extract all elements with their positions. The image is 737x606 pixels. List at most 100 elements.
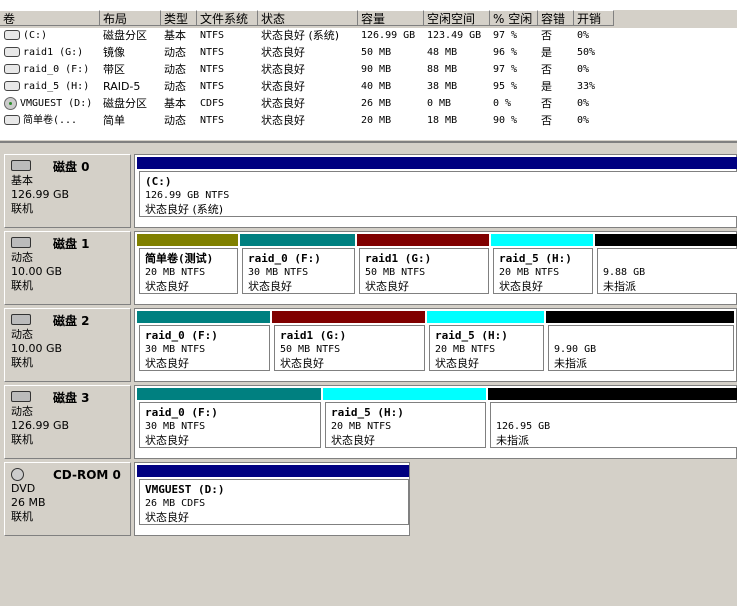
partition-block[interactable]: raid_5 (H:) 20 MB NTFS 状态良好 xyxy=(323,388,486,448)
volume-name-text: VMGUEST (D:) xyxy=(20,98,93,109)
disk-label[interactable]: 磁盘 3 动态 126.99 GB 联机 xyxy=(4,385,131,459)
partition-size: 30 MB NTFS xyxy=(145,421,206,432)
volume-fs: NTFS xyxy=(200,30,225,41)
disk-partition-area: 简单卷(测试) 20 MB NTFS 状态良好 raid_0 (F:) 30 MB NT… xyxy=(134,231,737,305)
col-header-pct-free[interactable]: % 空闲 xyxy=(490,10,538,26)
volume-row[interactable]: VMGUEST (D:) 磁盘分区 基本 CDFS 状态良好 26 MB 0 MB 0 % 否 0… xyxy=(0,95,737,112)
partition-name: raid1 (G:) xyxy=(365,252,432,265)
partition-info: 简单卷(测试) 20 MB NTFS 状态良好 xyxy=(139,248,238,294)
disk-label[interactable]: 磁盘 1 动态 10.00 GB 联机 xyxy=(4,231,131,305)
col-header-type[interactable]: 类型 xyxy=(161,10,197,26)
col-header-filesystem[interactable]: 文件系统 xyxy=(197,10,258,26)
partition-info: raid1 (G:) 50 MB NTFS 状态良好 xyxy=(274,325,425,371)
volume-pct: 0 % xyxy=(493,98,512,109)
partition-block[interactable]: VMGUEST (D:) 26 MB CDFS 状态良好 xyxy=(137,465,409,525)
partition-size: 9.88 GB xyxy=(603,267,646,278)
partition-block[interactable]: raid_5 (H:) 20 MB NTFS 状态良好 xyxy=(427,311,544,371)
disk-icon xyxy=(11,160,31,171)
volume-capacity: 40 MB xyxy=(361,81,392,92)
volume-free: 0 MB xyxy=(427,98,452,109)
partition-status: 状态良好 xyxy=(365,280,409,293)
partition-status: 状态良好 xyxy=(248,280,292,293)
partition-block[interactable]: raid1 (G:) 50 MB NTFS 状态良好 xyxy=(272,311,425,371)
partition-block[interactable]: raid_0 (F:) 30 MB NTFS 状态良好 xyxy=(137,388,321,448)
partition-status: 状态良好 xyxy=(145,434,189,447)
partition-info: 126.95 GB 未指派 xyxy=(490,402,737,448)
volume-row[interactable]: raid1 (G:) 镜像 动态 NTFS 状态良好 50 MB 48 MB 96 % 是 50% xyxy=(0,44,737,61)
volume-free: 38 MB xyxy=(427,81,458,92)
volume-free: 48 MB xyxy=(427,47,458,58)
disk-size: 126.99 GB xyxy=(11,188,70,201)
partition-block[interactable]: raid_0 (F:) 30 MB NTFS 状态良好 xyxy=(240,234,355,294)
partition-block[interactable]: (C:) 126.99 GB NTFS 状态良好 (系统) xyxy=(137,157,737,217)
volume-ft: 否 xyxy=(541,97,552,110)
disk-label[interactable]: 磁盘 2 动态 10.00 GB 联机 xyxy=(4,308,131,382)
volume-layout: 简单 xyxy=(103,114,125,127)
partition-status: 状态良好 (系统) xyxy=(145,203,224,216)
volume-type: 动态 xyxy=(164,46,186,59)
col-header-layout[interactable]: 布局 xyxy=(100,10,161,26)
col-header-status[interactable]: 状态 xyxy=(258,10,358,26)
partition-status: 状态良好 xyxy=(280,357,324,370)
disk-label[interactable]: 磁盘 0 基本 126.99 GB 联机 xyxy=(4,154,131,228)
col-header-free[interactable]: 空闲空间 xyxy=(424,10,490,26)
volume-layout: 磁盘分区 xyxy=(103,29,147,42)
volume-row[interactable]: 简单卷(... 简单 动态 NTFS 状态良好 20 MB 18 MB 90 % 否 0% xyxy=(0,112,737,129)
disk-size: 126.99 GB xyxy=(11,419,70,432)
volume-type: 基本 xyxy=(164,29,186,42)
partition-block[interactable]: 简单卷(测试) 20 MB NTFS 状态良好 xyxy=(137,234,238,294)
disk-label[interactable]: CD-ROM 0 DVD 26 MB 联机 xyxy=(4,462,131,536)
volume-pct: 90 % xyxy=(493,115,518,126)
partition-color-bar xyxy=(137,157,737,169)
col-header-capacity[interactable]: 容量 xyxy=(358,10,424,26)
partition-size: 50 MB NTFS xyxy=(365,267,426,278)
unallocated-block[interactable]: 9.90 GB 未指派 xyxy=(546,311,734,371)
partition-status: 状态良好 xyxy=(499,280,543,293)
partition-name: VMGUEST (D:) xyxy=(145,483,225,496)
partition-name: raid_0 (F:) xyxy=(145,406,218,419)
volume-overhead: 50% xyxy=(577,47,596,58)
cd-icon xyxy=(4,96,17,110)
volume-row[interactable]: raid_5 (H:) RAID-5 动态 NTFS 状态良好 40 MB 38 MB 95 … xyxy=(0,78,737,95)
volume-layout: 磁盘分区 xyxy=(103,97,147,110)
col-header-volume[interactable]: 卷 xyxy=(0,10,100,26)
volume-type: 动态 xyxy=(164,114,186,127)
partition-block[interactable]: raid_0 (F:) 30 MB NTFS 状态良好 xyxy=(137,311,270,371)
disk-icon xyxy=(11,391,31,402)
partition-size: 30 MB NTFS xyxy=(145,344,206,355)
col-header-overhead[interactable]: 开销 xyxy=(574,10,614,26)
partition-color-bar xyxy=(137,311,270,323)
volume-overhead: 0% xyxy=(577,115,590,126)
volume-fs: CDFS xyxy=(200,98,225,109)
partition-status: 状态良好 xyxy=(331,434,375,447)
partition-color-bar xyxy=(137,388,321,400)
volume-name-text: raid_5 (H:) xyxy=(23,81,90,92)
partition-block[interactable]: raid_5 (H:) 20 MB NTFS 状态良好 xyxy=(491,234,593,294)
disk-type: 基本 xyxy=(11,174,33,187)
unallocated-block[interactable]: 126.95 GB 未指派 xyxy=(488,388,737,448)
volume-status: 状态良好 xyxy=(261,80,305,93)
partition-info: 9.90 GB 未指派 xyxy=(548,325,734,371)
volume-pct: 97 % xyxy=(493,64,518,75)
disk-icon xyxy=(11,237,31,248)
partition-size: 20 MB NTFS xyxy=(331,421,392,432)
volume-row[interactable]: (C:) 磁盘分区 基本 NTFS 状态良好 (系统) 126.99 GB 123.49 G… xyxy=(0,27,737,44)
disk-state: 联机 xyxy=(11,202,33,215)
disk-title: CD-ROM 0 xyxy=(53,468,121,482)
partition-name: raid1 (G:) xyxy=(280,329,347,342)
disk-icon xyxy=(4,115,20,125)
partition-block[interactable]: raid1 (G:) 50 MB NTFS 状态良好 xyxy=(357,234,489,294)
disk-partition-area: (C:) 126.99 GB NTFS 状态良好 (系统) xyxy=(134,154,737,228)
unallocated-block[interactable]: 9.88 GB 未指派 xyxy=(595,234,737,294)
disk-icon xyxy=(4,81,20,91)
partition-status: 状态良好 xyxy=(145,511,189,524)
volume-status: 状态良好 xyxy=(261,63,305,76)
disk-size: 10.00 GB xyxy=(11,342,63,355)
col-header-fault-tolerance[interactable]: 容错 xyxy=(538,10,574,26)
volume-name-text: raid_0 (F:) xyxy=(23,64,90,75)
volume-pct: 97 % xyxy=(493,30,518,41)
volume-row[interactable]: raid_0 (F:) 带区 动态 NTFS 状态良好 90 MB 88 MB 97 % 否 0% xyxy=(0,61,737,78)
partition-color-bar xyxy=(357,234,489,246)
volume-ft: 是 xyxy=(541,80,552,93)
volume-type: 动态 xyxy=(164,63,186,76)
